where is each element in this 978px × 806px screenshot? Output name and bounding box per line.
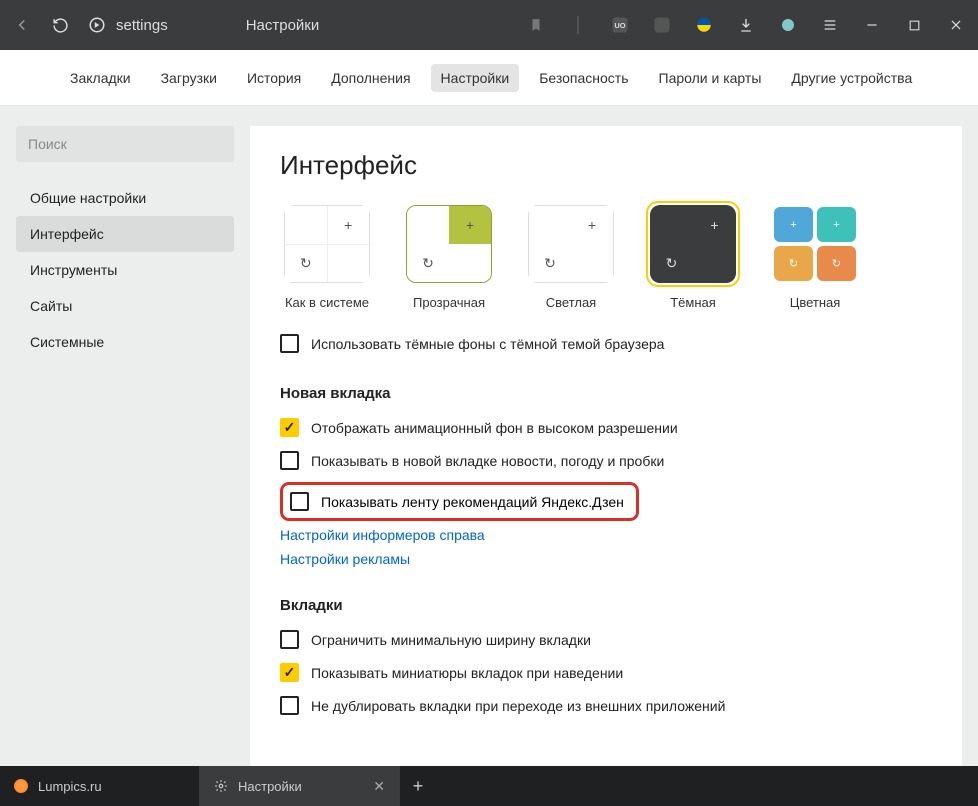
ublock-icon[interactable]: UO bbox=[610, 15, 630, 35]
lastfm-icon[interactable] bbox=[652, 15, 672, 35]
checkbox-news-weather[interactable]: Показывать в новой вкладке новости, пого… bbox=[280, 449, 932, 472]
highlighted-checkbox-zen[interactable]: Показывать ленту рекомендаций Яндекс.Дзе… bbox=[280, 482, 639, 521]
nav-settings[interactable]: Настройки bbox=[431, 64, 520, 92]
nav-passwords[interactable]: Пароли и карты bbox=[649, 64, 772, 92]
lumpics-favicon-icon bbox=[14, 779, 28, 793]
tab-close-icon[interactable]: ✕ bbox=[373, 778, 385, 795]
checkbox-icon[interactable] bbox=[280, 334, 299, 353]
menu-icon[interactable] bbox=[820, 15, 840, 35]
nav-devices[interactable]: Другие устройства bbox=[781, 64, 922, 92]
ukraine-flag-icon[interactable] bbox=[694, 15, 714, 35]
checkbox-dark-bg[interactable]: Использовать тёмные фоны с тёмной темой … bbox=[280, 332, 932, 355]
back-icon[interactable] bbox=[12, 15, 32, 35]
theme-light[interactable]: +↻ Светлая bbox=[524, 201, 618, 310]
checkbox-icon[interactable] bbox=[280, 696, 299, 715]
settings-sidebar: Поиск Общие настройки Интерфейс Инструме… bbox=[16, 126, 234, 766]
theme-system[interactable]: +↻ Как в системе bbox=[280, 201, 374, 310]
close-icon[interactable] bbox=[946, 15, 966, 35]
checkbox-label: Использовать тёмные фоны с тёмной темой … bbox=[311, 336, 664, 352]
checkbox-label: Показывать миниатюры вкладок при наведен… bbox=[311, 665, 623, 681]
theme-label: Как в системе bbox=[285, 295, 369, 310]
nav-bookmarks[interactable]: Закладки bbox=[60, 64, 141, 92]
checkbox-icon[interactable] bbox=[290, 492, 309, 511]
section-heading-newtab: Новая вкладка bbox=[280, 385, 932, 402]
nav-downloads[interactable]: Загрузки bbox=[151, 64, 227, 92]
separator-icon bbox=[568, 15, 588, 35]
checkbox-icon[interactable] bbox=[280, 663, 299, 682]
section-heading-tabs: Вкладки bbox=[280, 597, 932, 614]
theme-label: Прозрачная bbox=[413, 295, 485, 310]
tab-label: Lumpics.ru bbox=[38, 779, 102, 794]
checkbox-label: Показывать в новой вкладке новости, пого… bbox=[311, 453, 664, 469]
settings-page-icon bbox=[88, 16, 106, 34]
checkbox-label: Не дублировать вкладки при переходе из в… bbox=[311, 698, 725, 714]
checkbox-min-width[interactable]: Ограничить минимальную ширину вкладки bbox=[280, 628, 932, 651]
link-informers[interactable]: Настройки информеров справа bbox=[280, 527, 932, 543]
address-bar[interactable]: settings bbox=[88, 16, 168, 34]
checkbox-label: Показывать ленту рекомендаций Яндекс.Дзе… bbox=[321, 494, 624, 510]
toolbar-page-title: Настройки bbox=[246, 17, 320, 34]
page-heading: Интерфейс bbox=[280, 150, 932, 181]
browser-toolbar: settings Настройки UO bbox=[0, 0, 978, 50]
link-ads[interactable]: Настройки рекламы bbox=[280, 551, 932, 567]
content-area: Поиск Общие настройки Интерфейс Инструме… bbox=[0, 106, 978, 766]
maximize-icon[interactable] bbox=[904, 15, 924, 35]
theme-label: Светлая bbox=[546, 295, 596, 310]
theme-color[interactable]: ++↻↻ Цветная bbox=[768, 201, 862, 310]
theme-transparent[interactable]: +↻ Прозрачная bbox=[402, 201, 496, 310]
sidebar-item-system[interactable]: Системные bbox=[16, 324, 234, 360]
checkbox-icon[interactable] bbox=[280, 418, 299, 437]
theme-label: Цветная bbox=[790, 295, 841, 310]
nav-security[interactable]: Безопасность bbox=[529, 64, 638, 92]
settings-nav-strip: Закладки Загрузки История Дополнения Нас… bbox=[0, 50, 978, 106]
reload-icon[interactable] bbox=[50, 15, 70, 35]
checkbox-anim-bg[interactable]: Отображать анимационный фон в высоком ра… bbox=[280, 416, 932, 439]
checkbox-icon[interactable] bbox=[280, 451, 299, 470]
sidebar-item-sites[interactable]: Сайты bbox=[16, 288, 234, 324]
svg-text:UO: UO bbox=[614, 21, 625, 30]
nav-addons[interactable]: Дополнения bbox=[321, 64, 420, 92]
new-tab-button[interactable]: + bbox=[400, 766, 436, 806]
browser-tab-bar: Lumpics.ru Настройки ✕ + bbox=[0, 766, 978, 806]
search-input[interactable]: Поиск bbox=[16, 126, 234, 162]
weather-icon[interactable] bbox=[778, 15, 798, 35]
theme-selector: +↻ Как в системе +↻ Прозрачная +↻ Светла… bbox=[280, 201, 932, 310]
checkbox-label: Ограничить минимальную ширину вкладки bbox=[311, 632, 591, 648]
theme-label: Тёмная bbox=[670, 295, 716, 310]
checkbox-no-duplicate[interactable]: Не дублировать вкладки при переходе из в… bbox=[280, 694, 932, 717]
checkbox-label: Отображать анимационный фон в высоком ра… bbox=[311, 420, 678, 436]
address-scheme: settings bbox=[116, 17, 168, 34]
sidebar-item-general[interactable]: Общие настройки bbox=[16, 180, 234, 216]
tab-settings[interactable]: Настройки ✕ bbox=[200, 766, 400, 806]
gear-icon bbox=[214, 779, 228, 793]
tab-label: Настройки bbox=[238, 779, 302, 794]
tab-lumpics[interactable]: Lumpics.ru bbox=[0, 766, 200, 806]
checkbox-icon[interactable] bbox=[280, 630, 299, 649]
sidebar-item-tools[interactable]: Инструменты bbox=[16, 252, 234, 288]
sidebar-item-interface[interactable]: Интерфейс bbox=[16, 216, 234, 252]
nav-history[interactable]: История bbox=[237, 64, 311, 92]
minimize-icon[interactable] bbox=[862, 15, 882, 35]
theme-dark[interactable]: +↻ Тёмная bbox=[646, 201, 740, 310]
download-icon[interactable] bbox=[736, 15, 756, 35]
bookmark-icon[interactable] bbox=[526, 15, 546, 35]
checkbox-thumbnails[interactable]: Показывать миниатюры вкладок при наведен… bbox=[280, 661, 932, 684]
main-panel: Интерфейс +↻ Как в системе +↻ Прозрачная… bbox=[250, 126, 962, 766]
